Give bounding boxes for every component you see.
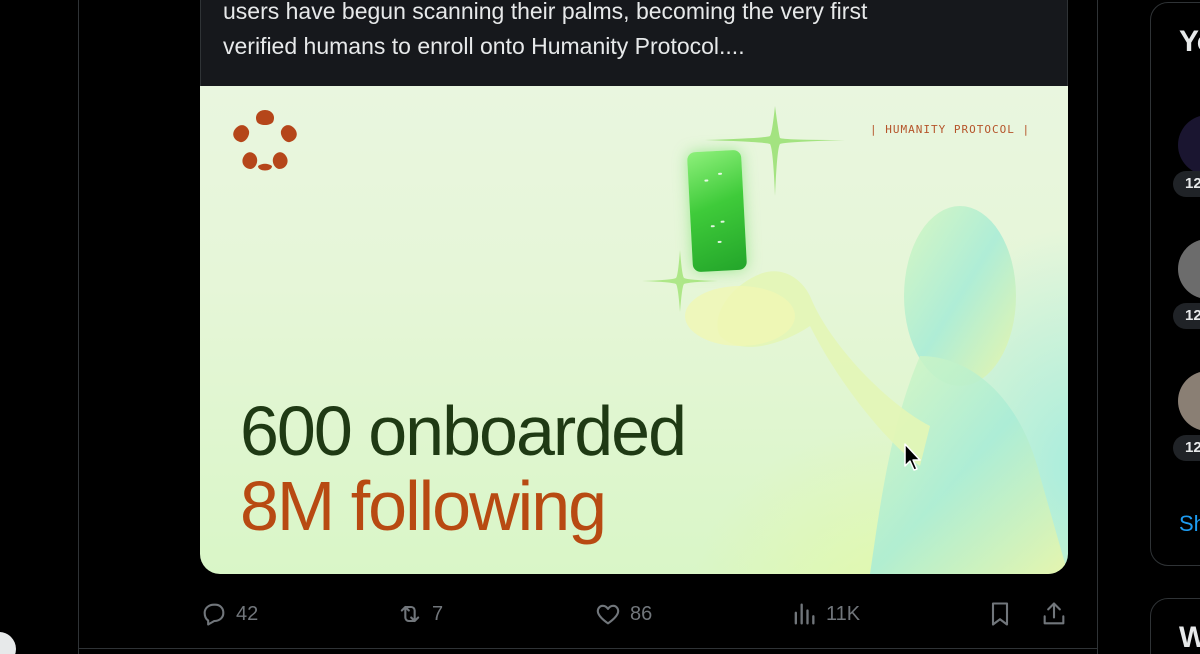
sidebar-avatar[interactable] <box>1178 239 1200 299</box>
account-avatar[interactable] <box>0 632 16 654</box>
tweet-media-image[interactable]: | HUMANITY PROTOCOL | 600 onboarded 8M f… <box>200 86 1068 574</box>
tweet-action-bar: 42 7 86 11K <box>0 594 1098 634</box>
bookmark-icon <box>991 602 1009 626</box>
reply-button[interactable]: 42 <box>200 594 258 634</box>
brand-tag: | HUMANITY PROTOCOL | <box>870 123 1031 136</box>
sidebar-avatar[interactable] <box>1178 115 1200 175</box>
sidebar-count: 12 <box>1173 171 1200 197</box>
humanoid-figure-illustration <box>685 206 1068 574</box>
timeline-border-right <box>1097 0 1098 654</box>
share-icon <box>1043 602 1065 625</box>
share-button[interactable] <box>1040 594 1068 634</box>
timeline-border-left <box>78 0 79 654</box>
sidebar-count: 12 <box>1173 435 1200 461</box>
views-count: 11K <box>826 602 861 625</box>
mouse-cursor-icon <box>904 443 921 471</box>
quoted-tweet-card[interactable]: users have begun scanning their palms, b… <box>200 0 1068 88</box>
like-button[interactable]: 86 <box>594 594 652 634</box>
repost-button[interactable]: 7 <box>396 594 443 634</box>
humanity-protocol-logo <box>233 110 297 171</box>
tweet-divider <box>78 648 1098 649</box>
tweet-text: users have begun scanning their palms, b… <box>223 0 868 59</box>
repost-count: 7 <box>432 602 444 625</box>
headline-following: 8M following <box>240 467 607 545</box>
sidebar-trending-card: Yo 12 12 12 Sh <box>1150 2 1200 566</box>
sidebar-avatar[interactable] <box>1178 371 1200 431</box>
repost-icon <box>400 605 420 623</box>
like-count: 86 <box>630 602 653 625</box>
like-icon <box>596 604 620 625</box>
views-icon <box>794 603 815 625</box>
headline-onboarded: 600 onboarded <box>240 392 687 470</box>
views-button[interactable]: 11K <box>790 594 860 634</box>
show-more-link[interactable]: Sh <box>1179 511 1200 537</box>
reply-icon <box>203 603 225 626</box>
sidebar-count: 12 <box>1173 303 1200 329</box>
reply-count: 42 <box>236 602 259 625</box>
bookmark-button[interactable] <box>986 594 1014 634</box>
sidebar-second-title: W <box>1179 621 1200 654</box>
sidebar-second-card: W <box>1150 598 1200 654</box>
sidebar-card-title: Yo <box>1179 25 1200 58</box>
